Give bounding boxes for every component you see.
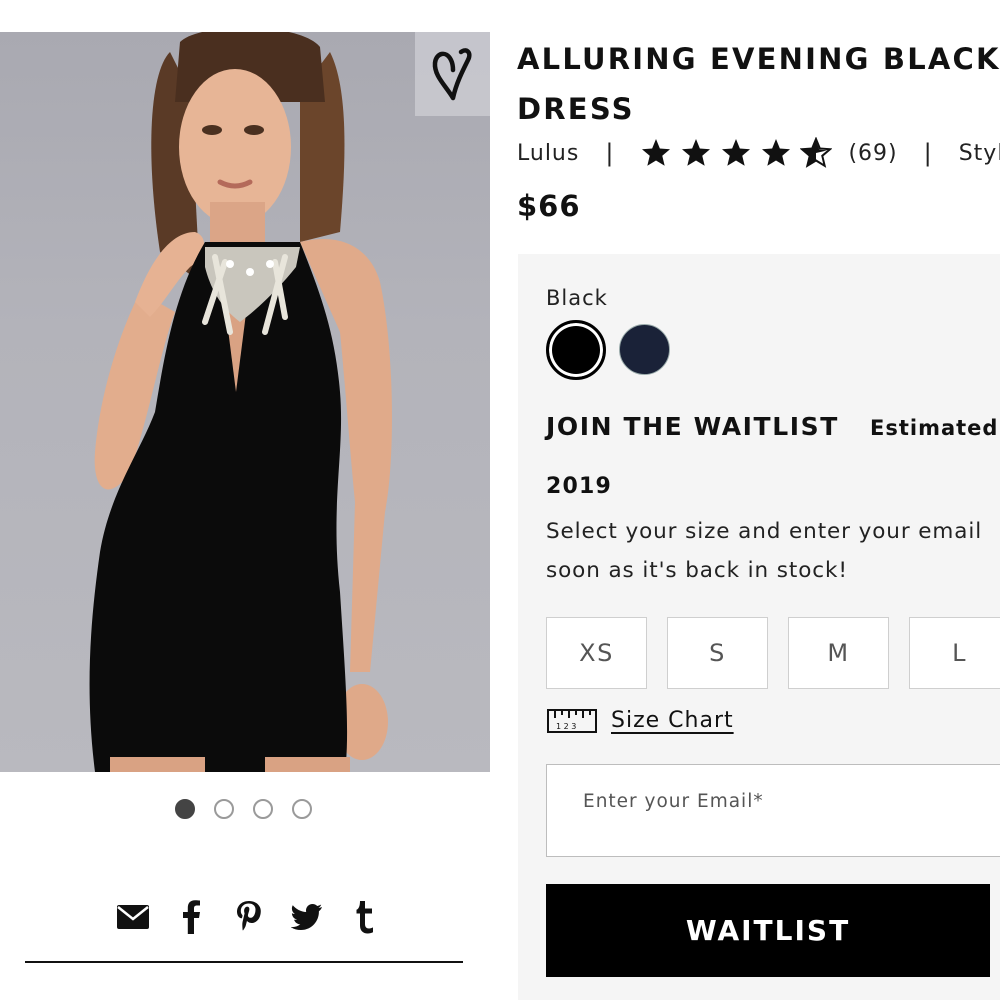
divider xyxy=(25,961,463,963)
waitlist-description: Select your size and enter your email so… xyxy=(546,512,1000,590)
estimated-label: Estimated xyxy=(870,416,999,440)
gallery-pagination xyxy=(175,799,312,819)
meta-separator: | xyxy=(923,139,933,167)
size-chart-label: Size Chart xyxy=(611,708,734,733)
reviews-count[interactable]: (69) xyxy=(848,141,897,166)
star-icon xyxy=(722,139,751,166)
product-title-line2: DRESS xyxy=(517,92,635,126)
product-image[interactable] xyxy=(0,32,490,772)
email-placeholder: Enter your Email* xyxy=(583,791,764,812)
waitlist-heading: JOIN THE WAITLIST xyxy=(546,412,839,441)
facebook-icon[interactable] xyxy=(174,898,208,936)
style-label: Style xyxy=(958,140,1000,166)
size-button-xs[interactable]: XS xyxy=(546,617,647,689)
email-field[interactable]: Enter your Email* xyxy=(546,764,1000,857)
pinterest-icon[interactable] xyxy=(232,898,266,936)
gallery-dot-3[interactable] xyxy=(253,799,273,819)
model-illustration xyxy=(89,32,392,772)
product-meta: Lulus | (69) | Style xyxy=(517,134,1000,172)
size-selector: XS S M L xyxy=(546,617,1000,689)
tumblr-icon[interactable] xyxy=(348,898,382,936)
waitlist-description-line2: soon as it's back in stock! xyxy=(546,558,848,583)
size-button-l[interactable]: L xyxy=(909,617,1000,689)
twitter-icon[interactable] xyxy=(290,898,324,936)
color-swatch-black[interactable] xyxy=(546,320,606,380)
meta-separator: | xyxy=(605,139,615,167)
color-swatch-navy[interactable] xyxy=(619,324,670,375)
size-button-m[interactable]: M xyxy=(788,617,889,689)
estimated-year: 2019 xyxy=(546,474,613,499)
waitlist-button[interactable]: WAITLIST xyxy=(546,884,990,977)
brand-link[interactable]: Lulus xyxy=(517,141,579,166)
product-title-line1: ALLURING EVENING BLACK xyxy=(517,42,1000,76)
star-icon xyxy=(642,139,671,166)
waitlist-description-line1: Select your size and enter your email xyxy=(546,519,983,544)
size-chart-link[interactable]: 1 2 3 Size Chart xyxy=(547,708,734,733)
star-rating[interactable]: (69) xyxy=(640,137,897,169)
svg-text:1 2 3: 1 2 3 xyxy=(556,722,576,731)
selected-color-label: Black xyxy=(546,286,608,310)
product-title: ALLURING EVENING BLACK DRESS xyxy=(517,34,1000,134)
star-icon xyxy=(762,139,791,166)
share-bar xyxy=(116,898,382,936)
product-price: $66 xyxy=(517,189,581,223)
gallery-dot-4[interactable] xyxy=(292,799,312,819)
gallery-dot-1[interactable] xyxy=(175,799,195,819)
star-half-icon xyxy=(800,137,833,168)
mail-icon[interactable] xyxy=(116,898,150,936)
gallery-dot-2[interactable] xyxy=(214,799,234,819)
wishlist-button[interactable] xyxy=(415,32,490,116)
heart-icon xyxy=(432,48,472,101)
star-icon xyxy=(682,139,711,166)
ruler-icon: 1 2 3 xyxy=(547,708,597,733)
size-button-s[interactable]: S xyxy=(667,617,768,689)
